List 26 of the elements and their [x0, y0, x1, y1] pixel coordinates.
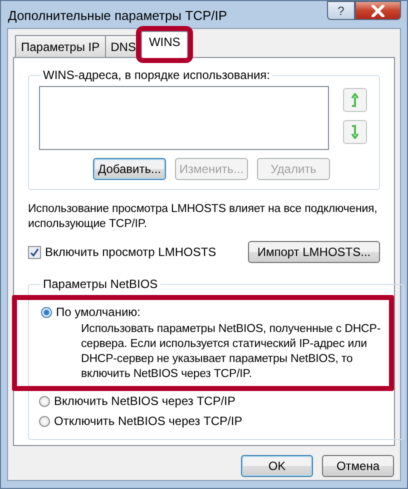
- radio-button[interactable]: [39, 416, 50, 426]
- close-button[interactable]: [355, 1, 401, 20]
- dialog-button[interactable]: Добавить...: [93, 158, 166, 180]
- lmhosts-checkbox[interactable]: [28, 246, 41, 258]
- radio-label: Включить NetBIOS через TCP/IP: [54, 394, 236, 408]
- tab[interactable]: Параметры IP: [15, 35, 106, 57]
- move-down-button[interactable]: [343, 120, 367, 144]
- checkbox-label: Включить просмотр LMHOSTS: [45, 245, 216, 259]
- radio-label: Отключить NetBIOS через TCP/IP: [54, 414, 242, 428]
- import-button[interactable]: Импорт LMHOSTS...: [248, 241, 380, 263]
- group-title: Параметры NetBIOS: [42, 277, 159, 291]
- move-up-button[interactable]: [343, 88, 367, 112]
- down-arrow-icon: [350, 125, 360, 139]
- radio-button[interactable]: [39, 396, 50, 406]
- close-icon: [371, 4, 385, 16]
- dialog-button[interactable]: OK: [241, 455, 313, 477]
- lmhosts-note: Использование просмотра LMHOSTS влияет на все подключения, использующие TCP/IP.: [28, 202, 378, 232]
- radio-label: По умолчанию:: [56, 305, 140, 319]
- window-title: Дополнительные параметры TCP/IP: [7, 7, 228, 23]
- up-arrow-icon: [350, 93, 360, 107]
- dialog-button[interactable]: Отмена: [322, 455, 394, 477]
- group-title: WINS-адреса, в порядке использования:: [42, 68, 271, 82]
- help-button[interactable]: ?: [327, 1, 355, 20]
- address-list[interactable]: [39, 86, 329, 150]
- radio-button[interactable]: [41, 306, 52, 318]
- option-description: Использовать параметры NetBIOS, полученные с DHCP-сервера. Если используется статический IP-адрес или DHCP-сервер не указывает параметры NetBIOS, то включить NetBIOS через TCP/IP.: [81, 322, 381, 382]
